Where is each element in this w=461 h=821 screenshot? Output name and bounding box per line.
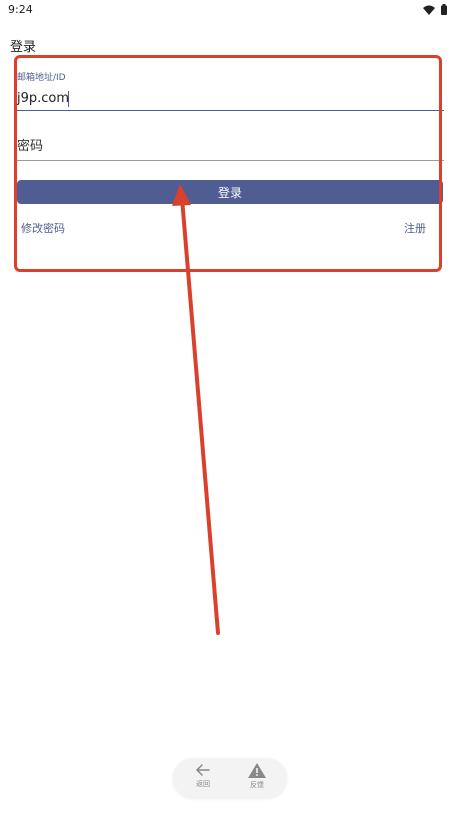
feedback-label: 反馈 [250, 781, 264, 789]
back-button[interactable]: 返回 [183, 763, 223, 797]
email-field[interactable] [16, 87, 444, 111]
feedback-button[interactable]: 反馈 [237, 763, 277, 797]
password-field[interactable] [16, 133, 444, 161]
change-password-link[interactable]: 修改密码 [21, 220, 65, 236]
status-time: 9:24 [8, 3, 33, 16]
back-label: 返回 [196, 780, 210, 788]
back-arrow-icon [183, 763, 223, 777]
page-title: 登录 [10, 40, 37, 55]
annotation-arrow [172, 184, 220, 635]
status-bar: 9:24 [0, 0, 461, 20]
login-button[interactable]: 登录 [17, 180, 443, 204]
text-cursor [68, 91, 69, 107]
register-link[interactable]: 注册 [404, 220, 426, 236]
email-field-label: 邮箱地址/ID [17, 73, 66, 83]
battery-icon [441, 4, 447, 15]
status-icons [423, 4, 447, 15]
warning-icon [237, 763, 277, 778]
wifi-icon [423, 5, 435, 15]
bottom-nav-bar: 返回 反馈 [173, 758, 287, 798]
